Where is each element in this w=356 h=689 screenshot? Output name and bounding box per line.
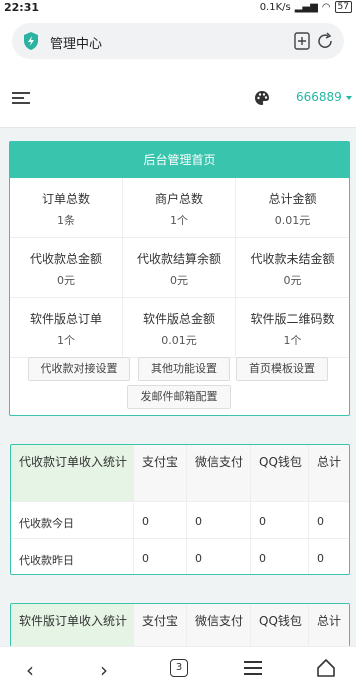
table-row: 代收款昨日 0 0 0 0: [11, 539, 349, 574]
tabs-button[interactable]: 3: [170, 659, 188, 677]
status-time: 22:31: [4, 1, 40, 14]
browser-bottom-nav: ‹ › 3: [0, 646, 356, 689]
stat-label: 代收款未结金额: [250, 252, 335, 266]
stat-label: 软件版总订单: [29, 312, 102, 326]
stat-cell: 代收款总金额 0元: [10, 238, 123, 298]
address-bar[interactable]: 管理中心: [12, 23, 344, 59]
signal-icon: ▂▄▆: [294, 1, 318, 13]
stat-label: 代收款总金额: [29, 252, 102, 266]
menu-icon[interactable]: [12, 92, 30, 104]
network-speed: 0.1K/s: [259, 1, 291, 13]
home-icon[interactable]: [316, 658, 336, 678]
stat-value: 0元: [283, 274, 302, 287]
caret-down-icon: [345, 95, 352, 100]
table-header-cell: 支付宝: [134, 445, 187, 501]
username: 666889: [296, 90, 342, 104]
collection-stats-table: 代收款订单收入统计 支付宝 微信支付 QQ钱包 总计 代收款今日 0 0 0 0…: [10, 444, 350, 575]
table-header-cell: 微信支付: [187, 445, 251, 501]
back-icon[interactable]: ‹: [26, 658, 34, 682]
stat-cell: 软件版总金额 0.01元: [123, 298, 236, 358]
stat-cell: 总计金额 0.01元: [236, 178, 349, 238]
status-bar: 22:31 0.1K/s ▂▄▆ ◠ 57: [0, 0, 356, 16]
stat-value: 1个: [283, 334, 302, 347]
stat-label: 总计金额: [268, 192, 317, 206]
stat-value: 1个: [170, 214, 188, 227]
stat-label: 订单总数: [41, 192, 90, 206]
status-icons: 0.1K/s ▂▄▆ ◠ 57: [260, 1, 352, 13]
dashboard-panel: 后台管理首页 订单总数 1条 商户总数 1个 总计金额 0.01元 代收款总金额 0元 …: [9, 141, 350, 416]
table-cell: 0: [317, 552, 324, 565]
table-cell: 0: [134, 502, 187, 538]
menu-icon[interactable]: [244, 661, 262, 675]
stat-cell: 代收款未结金额 0元: [236, 238, 349, 298]
stat-label: 代收款结算余额: [136, 252, 221, 266]
payment-settings-button[interactable]: 代收款对接设置: [28, 357, 130, 381]
stat-label: 软件版总金额: [142, 312, 215, 326]
homepage-template-button[interactable]: 首页模板设置: [236, 357, 328, 381]
stat-cell: 软件版总订单 1个: [10, 298, 123, 358]
stat-value: 0.01元: [161, 334, 197, 347]
table-cell: 代收款今日: [11, 502, 134, 538]
table-cell: 0: [187, 502, 251, 538]
battery-icon: 57: [334, 1, 352, 13]
stat-cell: 软件版二维码数 1个: [236, 298, 349, 358]
page-title: 管理中心: [50, 37, 103, 52]
stat-cell: 订单总数 1条: [10, 178, 123, 238]
stat-cell: 商户总数 1个: [123, 178, 236, 238]
email-config-button[interactable]: 发邮件邮箱配置: [127, 385, 231, 409]
stat-cell: 代收款结算余额 0元: [123, 238, 236, 298]
user-dropdown[interactable]: 666889: [296, 90, 352, 104]
stat-value: 1个: [57, 334, 75, 347]
browser-bar: 管理中心: [0, 16, 356, 66]
other-settings-button[interactable]: 其他功能设置: [138, 357, 230, 381]
table-cell: 0: [187, 539, 251, 574]
table-cell: 0: [134, 539, 187, 574]
table-header-cell: 总计: [309, 445, 349, 501]
stat-value: 1条: [57, 214, 75, 227]
stat-label: 商户总数: [154, 192, 203, 206]
stat-value: 0.01元: [274, 214, 311, 227]
shield-icon: [24, 32, 38, 50]
table-header-cell: QQ钱包: [251, 445, 309, 501]
stat-value: 0元: [170, 274, 188, 287]
table-row: 代收款今日 0 0 0 0: [11, 502, 349, 539]
table-cell: 0: [251, 502, 309, 538]
bookmark-add-icon[interactable]: [294, 32, 310, 50]
table-header-cell: 代收款订单收入统计: [11, 445, 134, 501]
forward-icon[interactable]: ›: [100, 658, 108, 682]
panel-title: 后台管理首页: [10, 142, 349, 178]
palette-icon[interactable]: [254, 90, 270, 106]
stat-value: 0元: [57, 274, 75, 287]
table-cell: 0: [317, 515, 324, 528]
stat-label: 软件版二维码数: [250, 312, 335, 326]
table-header-row: 代收款订单收入统计 支付宝 微信支付 QQ钱包 总计: [11, 445, 349, 502]
table-cell: 0: [251, 539, 309, 574]
wifi-icon: ◠: [321, 1, 331, 13]
reload-icon[interactable]: [316, 32, 334, 50]
app-header: 666889: [0, 66, 356, 128]
table-cell: 代收款昨日: [11, 539, 134, 574]
